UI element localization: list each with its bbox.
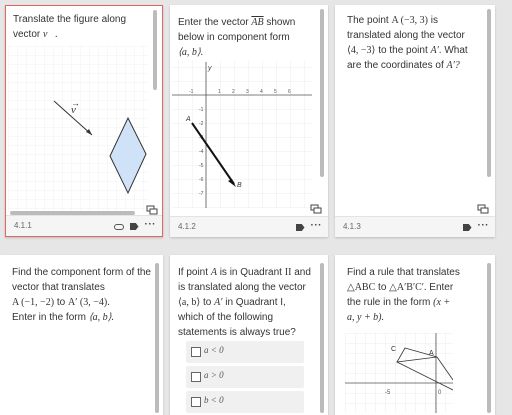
tag-icon[interactable]	[462, 224, 472, 231]
vertical-scrollbar[interactable]	[320, 263, 324, 413]
vertical-scrollbar[interactable]	[487, 9, 491, 177]
card-id: 4.1.2	[178, 222, 196, 231]
card-4-1-1[interactable]: Translate the figure along vector v⃗. v …	[5, 5, 163, 237]
card-footer: 4.1.2 ···	[170, 216, 328, 237]
option-label: a < 0	[204, 345, 224, 355]
option-label: b < 0	[204, 395, 224, 405]
translation-graph[interactable]	[8, 46, 148, 212]
card-4-1-3[interactable]: The point A (−3, 3) is translated along …	[335, 5, 495, 237]
svg-text:4: 4	[260, 89, 263, 95]
point-b-label: B	[237, 182, 242, 189]
more-options-icon[interactable]: ···	[478, 221, 490, 231]
svg-text:6: 6	[288, 89, 291, 95]
vertical-scrollbar[interactable]	[155, 263, 159, 413]
vertical-scrollbar[interactable]	[487, 263, 491, 413]
question-text: Find a rule that translates △ABC to △A′B…	[347, 267, 460, 323]
question-text: Enter the vector AB shown below in compo…	[178, 17, 296, 58]
card-id: 4.1.3	[343, 222, 361, 231]
tag-icon[interactable]	[295, 224, 305, 231]
coordinate-graph[interactable]: y -1 1 2 3 4 5 6 -1 -2 -3 -4 -5 -6 -7 A …	[172, 60, 312, 208]
y-axis-label: y	[207, 65, 212, 72]
option-label: a > 0	[204, 370, 224, 380]
svg-text:1: 1	[218, 89, 221, 95]
link-icon[interactable]	[113, 223, 124, 230]
card-footer: 4.1.3 ···	[335, 216, 495, 237]
more-options-icon[interactable]: ···	[311, 221, 323, 231]
question-text: If point A is in Quadrant II and is tran…	[178, 267, 311, 338]
card-translation-rule[interactable]: Find a rule that translates △ABC to △A′B…	[335, 255, 495, 415]
svg-text:2: 2	[232, 89, 235, 95]
vertical-scrollbar[interactable]	[320, 9, 324, 177]
option-checkbox[interactable]	[191, 372, 201, 382]
card-id: 4.1.1	[14, 221, 32, 230]
svg-text:-5: -5	[199, 163, 204, 169]
card-component-form[interactable]: Find the component form of the vector th…	[0, 255, 163, 415]
svg-text:-2: -2	[199, 121, 204, 127]
question-text: The point A (−3, 3) is translated along …	[347, 15, 468, 71]
vertical-scrollbar[interactable]	[153, 10, 157, 90]
point-c-label: C	[391, 346, 396, 353]
answer-option-3[interactable]: b < 0	[186, 391, 304, 413]
svg-text:-1: -1	[189, 89, 194, 95]
answer-option-1[interactable]: a < 0	[186, 341, 304, 363]
point-a-label: A	[429, 350, 434, 357]
point-a-label: A	[185, 116, 191, 123]
option-checkbox[interactable]	[191, 347, 201, 357]
card-4-1-2[interactable]: Enter the vector AB shown below in compo…	[170, 5, 328, 237]
svg-text:-1: -1	[199, 107, 204, 113]
vector-name: AB	[251, 17, 264, 28]
svg-text:-4: -4	[199, 149, 204, 155]
card-footer: 4.1.1 ···	[6, 215, 162, 236]
svg-text:5: 5	[274, 89, 277, 95]
svg-text:-6: -6	[199, 177, 204, 183]
question-text: Translate the figure along vector v⃗.	[13, 14, 127, 40]
vector-symbol: v	[43, 29, 56, 40]
svg-text:3: 3	[246, 89, 249, 95]
geogebra-icon[interactable]	[477, 204, 489, 214]
question-text: Find the component form of the vector th…	[12, 267, 151, 323]
option-checkbox[interactable]	[191, 397, 201, 407]
geogebra-icon[interactable]	[310, 204, 322, 214]
geogebra-icon[interactable]	[146, 205, 158, 215]
svg-text:-7: -7	[199, 191, 204, 197]
tag-icon[interactable]	[129, 223, 139, 230]
more-options-icon[interactable]: ···	[145, 220, 157, 230]
answer-option-2[interactable]: a > 0	[186, 366, 304, 388]
svg-text:-5: -5	[385, 390, 391, 396]
triangle-graph[interactable]: C A -5 0	[345, 333, 453, 413]
